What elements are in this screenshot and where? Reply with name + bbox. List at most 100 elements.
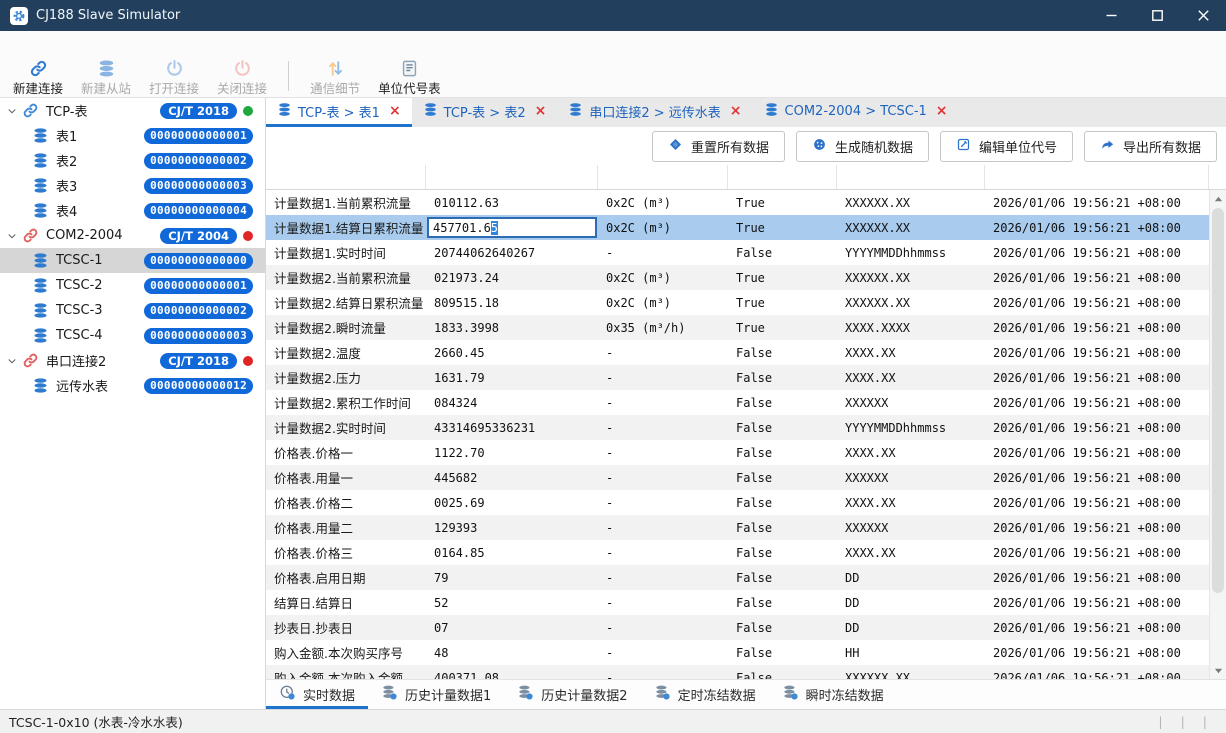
column-header[interactable] — [266, 165, 426, 189]
tree-meter-row[interactable]: 表4 00000000000004 — [0, 198, 265, 223]
cell-data-value[interactable]: 457701.6 5 — [426, 215, 598, 240]
table-row[interactable]: 价格表.价格一 1122.70 - False XXXX.XX 2026/01/… — [266, 440, 1226, 465]
table-row[interactable]: 价格表.价格三 0164.85 - False XXXX.XX 2026/01/… — [266, 540, 1226, 565]
cell-data-item: 结算日.结算日 — [266, 590, 426, 615]
tree-meter-row[interactable]: TCSC-4 00000000000003 — [0, 323, 265, 348]
cell-updated-time: 2026/01/06 19:56:21 +08:00 — [985, 540, 1226, 565]
tree-meter-row[interactable]: TCSC-2 00000000000001 — [0, 273, 265, 298]
cell-data-value[interactable]: 20744062640267 — [426, 240, 598, 265]
document-tab[interactable]: TCP-表 > 表1 × — [266, 98, 412, 127]
action-button[interactable]: 导出所有数据 — [1084, 131, 1217, 162]
tree-connection-row[interactable]: 串口连接2 CJ/T 2018 — [0, 348, 265, 373]
table-row[interactable]: 计量数据2.当前累积流量 021973.24 0x2C (m³) True XX… — [266, 265, 1226, 290]
cell-data-value[interactable]: 809515.18 — [426, 290, 598, 315]
close-icon[interactable]: × — [936, 104, 948, 118]
action-button[interactable]: 生成随机数据 — [796, 131, 929, 162]
table-row[interactable]: 计量数据2.实时时间 43314695336231 - False YYYYMM… — [266, 415, 1226, 440]
toolbar-button[interactable]: 打开连接 — [140, 56, 208, 97]
vertical-scrollbar[interactable] — [1209, 190, 1226, 679]
table-row[interactable]: 计量数据1.实时时间 20744062640267 - False YYYYMM… — [266, 240, 1226, 265]
link-icon — [29, 58, 48, 78]
table-row[interactable]: 计量数据1.当前累积流量 010112.63 0x2C (m³) True XX… — [266, 190, 1226, 215]
cell-data-value[interactable]: 2660.45 — [426, 340, 598, 365]
chevron-down-icon[interactable] — [6, 105, 22, 117]
close-icon[interactable]: × — [730, 104, 742, 118]
cell-data-value[interactable]: 129393 — [426, 515, 598, 540]
toolbar-button[interactable]: 通信细节 — [301, 56, 369, 97]
chevron-down-icon[interactable] — [6, 230, 22, 242]
status-dot — [243, 231, 253, 241]
table-row[interactable]: 计量数据2.瞬时流量 1833.3998 0x35 (m³/h) True XX… — [266, 315, 1226, 340]
bottom-tab[interactable]: 历史计量数据1 — [368, 680, 504, 709]
scrollbar-thumb[interactable] — [1212, 208, 1224, 593]
cell-data-value[interactable]: 0164.85 — [426, 540, 598, 565]
scroll-down-icon[interactable] — [1210, 662, 1226, 678]
value-edit-input[interactable]: 457701.6 5 — [427, 217, 597, 238]
tree-meter-row[interactable]: 远传水表 00000000000012 — [0, 373, 265, 398]
cell-data-value[interactable]: 52 — [426, 590, 598, 615]
cell-data-value[interactable]: 07 — [426, 615, 598, 640]
column-header[interactable] — [598, 165, 728, 189]
tree-connection-row[interactable]: COM2-2004 CJ/T 2004 — [0, 223, 265, 248]
cell-data-value[interactable]: 084324 — [426, 390, 598, 415]
cell-data-format: XXXXXX.XX — [837, 290, 985, 315]
column-header[interactable] — [837, 165, 985, 189]
cell-data-value[interactable]: 43314695336231 — [426, 415, 598, 440]
cell-data-value[interactable]: 48 — [426, 640, 598, 665]
table-row[interactable]: 价格表.用量一 445682 - False XXXXXX 2026/01/06… — [266, 465, 1226, 490]
table-row[interactable]: 计量数据2.压力 1631.79 - False XXXX.XX 2026/01… — [266, 365, 1226, 390]
table-row[interactable]: 抄表日.抄表日 07 - False DD 2026/01/06 19:56:2… — [266, 615, 1226, 640]
cell-data-value[interactable]: 445682 — [426, 465, 598, 490]
document-tab[interactable]: TCP-表 > 表2 × — [412, 98, 558, 127]
column-header[interactable] — [985, 165, 1209, 189]
tree-meter-row[interactable]: 表3 00000000000003 — [0, 173, 265, 198]
toolbar-button[interactable]: 单位代号表 — [369, 56, 450, 97]
action-button[interactable]: 重置所有数据 — [652, 131, 785, 162]
bottom-tab[interactable]: 实时数据 — [266, 680, 368, 709]
close-icon[interactable]: × — [389, 104, 401, 118]
bottom-tab[interactable]: 历史计量数据2 — [504, 680, 640, 709]
toolbar-button[interactable]: 新建连接 — [4, 56, 72, 97]
minimize-button[interactable] — [1088, 0, 1134, 31]
action-button[interactable]: 编辑单位代号 — [940, 131, 1073, 162]
document-tab[interactable]: COM2-2004 > TCSC-1 × — [753, 98, 959, 127]
toolbar-button[interactable]: 关闭连接 — [208, 56, 276, 97]
cell-data-value[interactable]: 1631.79 — [426, 365, 598, 390]
tree-meter-row[interactable]: TCSC-1 00000000000000 — [0, 248, 265, 273]
column-header[interactable] — [426, 165, 598, 189]
tree-meter-row[interactable]: 表1 00000000000001 — [0, 123, 265, 148]
toolbar-button[interactable]: 新建从站 — [72, 56, 140, 97]
cell-unit-code: - — [598, 490, 728, 515]
table-row[interactable]: 结算日.结算日 52 - False DD 2026/01/06 19:56:2… — [266, 590, 1226, 615]
table-row[interactable]: 计量数据1.结算日累积流量 457701.6 5 0x2C (m³) True … — [266, 215, 1226, 240]
table-row[interactable]: 购入金额.本次购买序号 48 - False HH 2026/01/06 19:… — [266, 640, 1226, 665]
cell-data-value[interactable]: 1122.70 — [426, 440, 598, 465]
table-row[interactable]: 价格表.启用日期 79 - False DD 2026/01/06 19:56:… — [266, 565, 1226, 590]
tree-meter-row[interactable]: TCSC-3 00000000000002 — [0, 298, 265, 323]
table-row[interactable]: 计量数据2.温度 2660.45 - False XXXX.XX 2026/01… — [266, 340, 1226, 365]
table-row[interactable]: 计量数据2.累积工作时间 084324 - False XXXXXX 2026/… — [266, 390, 1226, 415]
table-row[interactable]: 计量数据2.结算日累积流量 809515.18 0x2C (m³) True X… — [266, 290, 1226, 315]
column-header[interactable] — [728, 165, 837, 189]
close-button[interactable] — [1180, 0, 1226, 31]
cell-data-value[interactable]: 0025.69 — [426, 490, 598, 515]
cell-data-value[interactable]: 400371.08 — [426, 665, 598, 679]
chevron-down-icon[interactable] — [6, 355, 22, 367]
table-row[interactable]: 价格表.用量二 129393 - False XXXXXX 2026/01/06… — [266, 515, 1226, 540]
cell-data-value[interactable]: 021973.24 — [426, 265, 598, 290]
document-tab[interactable]: 串口连接2 > 远传水表 × — [557, 98, 752, 127]
tree-connection-row[interactable]: TCP-表 CJ/T 2018 — [0, 98, 265, 123]
meter-name: 表2 — [56, 151, 77, 170]
cell-data-value[interactable]: 1833.3998 — [426, 315, 598, 340]
table-row[interactable]: 价格表.价格二 0025.69 - False XXXX.XX 2026/01/… — [266, 490, 1226, 515]
maximize-button[interactable] — [1134, 0, 1180, 31]
tree-meter-row[interactable]: 表2 00000000000002 — [0, 148, 265, 173]
close-icon[interactable]: × — [535, 104, 547, 118]
scroll-up-icon[interactable] — [1210, 191, 1226, 207]
table-row[interactable]: 购入金额.本次购入金额 400371.08 - False XXXXXX.XX … — [266, 665, 1226, 679]
tab-label: 串口连接2 > 远传水表 — [589, 102, 720, 121]
cell-data-value[interactable]: 79 — [426, 565, 598, 590]
bottom-tab[interactable]: 瞬时冻结数据 — [769, 680, 897, 709]
bottom-tab[interactable]: 定时冻结数据 — [641, 680, 769, 709]
cell-data-value[interactable]: 010112.63 — [426, 190, 598, 215]
